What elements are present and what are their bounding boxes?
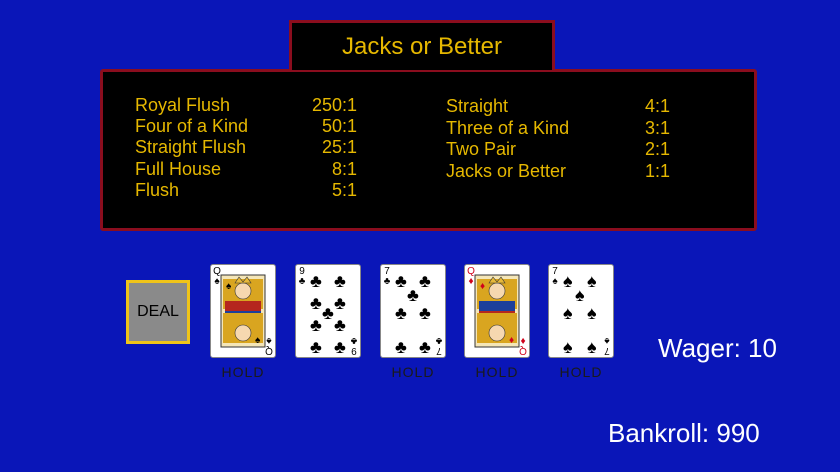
svg-text:♣: ♣ [334, 271, 346, 291]
svg-text:♠: ♠ [587, 271, 597, 291]
hand-name: Three of a Kind [446, 118, 570, 138]
svg-text:♣: ♣ [322, 303, 334, 323]
hold-label-card-5[interactable]: HOLD [548, 364, 614, 380]
club-icon: ♣ [435, 335, 443, 346]
svg-text:♣: ♣ [419, 271, 431, 291]
paytable-row: Flush 5:1 [135, 179, 357, 201]
svg-text:♣: ♣ [334, 293, 346, 313]
svg-text:♣: ♣ [395, 337, 407, 357]
hand-name: Straight [446, 96, 509, 116]
paytable-row: Straight Flush 25:1 [135, 136, 357, 158]
paytable: Royal Flush 250:1 Four of a Kind 50:1 St… [100, 69, 757, 231]
card-4[interactable]: ♦ ♦ Q ♦ Q ♦ [464, 264, 530, 358]
hand-name: Flush [135, 180, 180, 200]
svg-text:♣: ♣ [334, 337, 346, 357]
paytable-row: Three of a Kind 3:1 [446, 117, 670, 139]
hand-name: Four of a Kind [135, 116, 249, 136]
club-icon: ♣ [298, 276, 306, 287]
card-rank: 7 [436, 345, 442, 356]
svg-text:♣: ♣ [310, 337, 322, 357]
svg-text:♦: ♦ [480, 281, 485, 292]
paytable-row: Four of a Kind 50:1 [135, 115, 357, 137]
diamond-icon: ♦ [468, 276, 474, 287]
spade-icon: ♠ [214, 276, 220, 287]
card-rank: 9 [351, 345, 357, 356]
svg-text:♠: ♠ [587, 337, 597, 357]
svg-text:♠: ♠ [563, 303, 573, 323]
spade-icon: ♠ [604, 335, 610, 346]
svg-text:♣: ♣ [310, 271, 322, 291]
hand-payout: 250:1 [311, 95, 357, 115]
hand-payout: 4:1 [644, 96, 670, 116]
svg-text:♣: ♣ [310, 315, 322, 335]
hand-payout: 50:1 [321, 116, 357, 136]
hand-name: Royal Flush [135, 95, 231, 115]
svg-text:♠: ♠ [255, 335, 261, 346]
paytable-row: Royal Flush 250:1 [135, 94, 357, 116]
card-rank: Q [265, 345, 273, 356]
svg-text:♣: ♣ [310, 293, 322, 313]
svg-text:♠: ♠ [563, 337, 573, 357]
hand-payout: 25:1 [321, 137, 357, 157]
diamond-icon: ♦ [520, 335, 526, 346]
svg-text:♠: ♠ [587, 303, 597, 323]
hand-name: Straight Flush [135, 137, 247, 157]
svg-text:♣: ♣ [395, 303, 407, 323]
svg-text:♣: ♣ [334, 315, 346, 335]
hand-payout: 8:1 [331, 159, 357, 179]
card-1[interactable]: ♠ ♠ Q ♠ Q ♠ [210, 264, 276, 358]
card-5[interactable]: ♠ ♠ ♠ ♠ ♠ ♠ ♠ 7 ♠ 7 ♠ [548, 264, 614, 358]
svg-text:♠: ♠ [575, 285, 585, 305]
hold-label-card-1[interactable]: HOLD [210, 364, 276, 380]
card-3[interactable]: ♣ ♣ ♣ ♣ ♣ ♣ ♣ 7 ♣ 7 ♣ [380, 264, 446, 358]
hand-payout: 2:1 [644, 139, 670, 159]
paytable-row: Full House 8:1 [135, 158, 357, 180]
club-icon: ♣ [383, 276, 391, 287]
hand-name: Two Pair [446, 139, 517, 159]
card-rank: 7 [604, 345, 610, 356]
card-2[interactable]: ♣ ♣ ♣ ♣ ♣ ♣ ♣ ♣ ♣ 9 ♣ 9 ♣ [295, 264, 361, 358]
svg-text:♠: ♠ [226, 281, 232, 292]
paytable-row: Two Pair 2:1 [446, 138, 670, 160]
wager-display: Wager: 10 [658, 333, 777, 363]
card-rank: Q [519, 345, 527, 356]
svg-text:♠: ♠ [563, 271, 573, 291]
hold-label-card-4[interactable]: HOLD [464, 364, 530, 380]
hand-payout: 3:1 [644, 118, 670, 138]
svg-text:♣: ♣ [419, 303, 431, 323]
hold-label-card-3[interactable]: HOLD [380, 364, 446, 380]
club-icon: ♣ [350, 335, 358, 346]
game-title: Jacks or Better [289, 20, 555, 70]
svg-text:♣: ♣ [407, 285, 419, 305]
hand-name: Jacks or Better [446, 161, 567, 181]
hand-payout: 1:1 [644, 161, 670, 181]
spade-icon: ♠ [266, 335, 272, 346]
paytable-row: Jacks or Better 1:1 [446, 160, 670, 182]
svg-text:♦: ♦ [509, 335, 514, 346]
hand-payout: 5:1 [331, 180, 357, 200]
svg-text:♣: ♣ [419, 337, 431, 357]
spade-icon: ♠ [552, 276, 558, 287]
svg-text:♣: ♣ [395, 271, 407, 291]
hand-name: Full House [135, 159, 222, 179]
bankroll-display: Bankroll: 990 [608, 418, 760, 448]
deal-button[interactable]: DEAL [126, 280, 190, 344]
paytable-row: Straight 4:1 [446, 95, 670, 117]
